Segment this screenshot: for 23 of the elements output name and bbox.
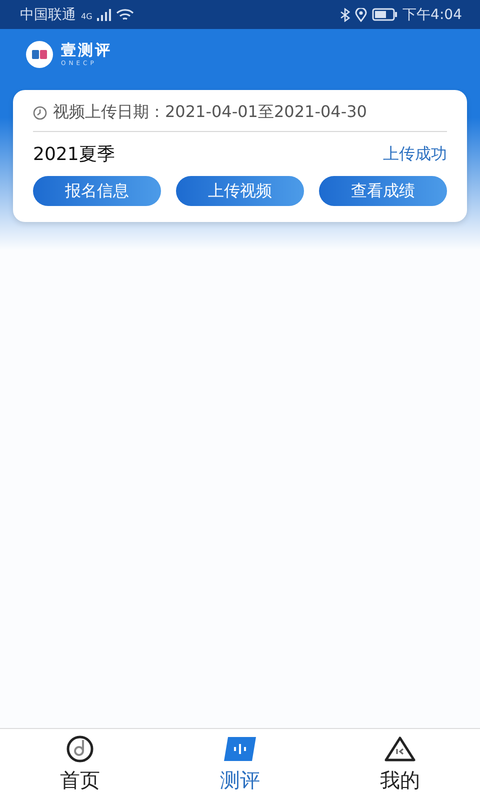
signal-icon — [97, 8, 112, 20]
nav-tab[interactable]: 测评 — [160, 729, 320, 800]
nav-tab[interactable]: 我的 — [320, 729, 480, 800]
season-title: 2021夏季 — [33, 143, 115, 166]
voice-icon — [222, 735, 258, 763]
wifi-icon — [116, 8, 134, 22]
app-name: 壹测评 — [61, 41, 112, 60]
upload-date-range: 视频上传日期：2021-04-01至2021-04-30 — [53, 102, 367, 123]
location-icon — [354, 8, 367, 22]
battery-icon — [372, 8, 398, 21]
clock-icon — [33, 106, 47, 120]
carrier-name: 中国联通 — [20, 6, 76, 24]
upload-status: 上传成功 — [383, 144, 447, 164]
action-button[interactable]: 上传视频 — [176, 176, 304, 206]
action-button[interactable]: 查看成绩 — [319, 176, 447, 206]
logo-icon — [26, 40, 53, 68]
bluetooth-icon — [340, 8, 350, 22]
disc-icon — [65, 735, 95, 763]
action-button[interactable]: 报名信息 — [33, 176, 161, 206]
network-type: 4G — [81, 12, 92, 20]
clock-time: 下午4:04 — [402, 6, 462, 24]
nav-tab[interactable]: 首页 — [0, 729, 160, 800]
warning-triangle-icon — [383, 735, 417, 763]
